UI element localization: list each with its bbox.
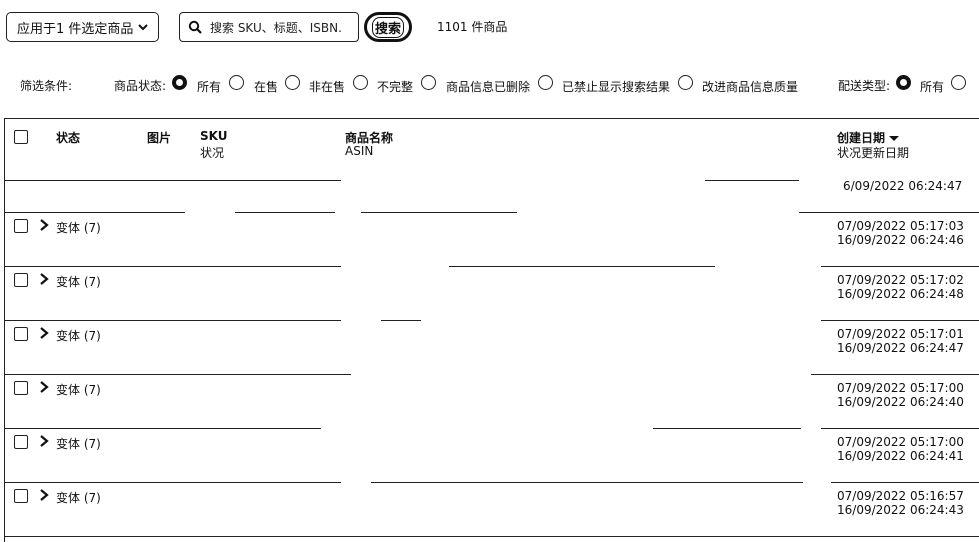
chevron-right-icon[interactable] [39,327,49,339]
row-divider [821,266,979,267]
chevron-right-icon[interactable] [39,273,49,285]
radio-status-suppressed[interactable] [538,75,553,90]
search-input[interactable]: 搜索 SKU、标题、ISBN. [179,12,359,42]
updated-date: 16/09/2022 06:24:48 [837,287,964,301]
radio-status-deleted[interactable] [421,75,436,90]
radio-status-all[interactable] [172,75,187,90]
radio-status-suppressed-label: 已禁止显示搜索结果 [562,80,671,94]
radio-status-quality[interactable] [678,75,693,90]
variation-count[interactable]: 变体 (7) [56,489,101,506]
row-divider [821,428,979,429]
column-header-condition: 状况 [200,146,225,160]
apply-action-label: 应用于1 件选定商品 [17,21,134,37]
updated-date: 16/09/2022 06:24:46 [837,233,964,247]
filter-label: 筛选条件: [20,79,73,93]
row-checkbox[interactable] [14,273,28,287]
created-date: 07/09/2022 05:16:57 [837,489,964,503]
column-header-status[interactable]: 状态 [56,129,80,146]
row-divider [653,428,801,429]
created-date: 07/09/2022 05:17:00 [837,435,964,449]
updated-date: 16/09/2022 06:24:47 [837,341,964,355]
row-checkbox[interactable] [14,327,28,341]
radio-status-incomplete-label: 不完整 [377,80,414,94]
radio-status-incomplete[interactable] [353,75,368,90]
sort-desc-icon [889,136,900,141]
toolbar: 应用于1 件选定商品 搜索 SKU、标题、ISBN. 搜索 1101 件商品 [0,0,979,60]
row-divider [235,212,335,213]
created-date: 07/09/2022 05:17:03 [837,219,964,233]
row-divider [5,482,341,483]
updated-date: 16/09/2022 06:24:40 [837,395,964,409]
row-divider [705,180,799,181]
created-date-label: 创建日期 [837,131,886,145]
created-date: 07/09/2022 05:17:00 [837,381,964,395]
row-divider [821,320,979,321]
radio-status-inactive[interactable] [285,75,300,90]
radio-shipping-other[interactable] [951,75,966,90]
row-divider [5,266,341,267]
column-header-updated-date: 状况更新日期 [837,146,910,160]
row-checkbox[interactable] [14,435,28,449]
inventory-table: 状态 图片 SKU 状况 商品名称 ASIN 创建日期 状况更新日期 6/09/… [4,118,979,542]
result-count: 1101 件商品 [437,20,508,34]
chevron-right-icon[interactable] [39,489,49,501]
chevron-right-icon[interactable] [39,435,49,447]
apply-action-dropdown[interactable]: 应用于1 件选定商品 [6,12,159,42]
radio-status-active-label: 在售 [254,80,279,94]
updated-date: 16/09/2022 06:24:41 [837,449,964,463]
variation-count[interactable]: 变体 (7) [56,273,101,290]
row-divider [5,320,341,321]
variation-count[interactable]: 变体 (7) [56,435,101,452]
row-checkbox[interactable] [14,489,28,503]
row-divider [449,266,715,267]
column-header-image: 图片 [147,131,172,145]
radio-status-inactive-label: 非在售 [309,80,346,94]
chevron-down-icon [138,24,148,31]
column-header-asin: ASIN [345,144,374,158]
row-divider [799,212,979,213]
filter-bar: 筛选条件: 商品状态: 所有 在售 非在售 不完整 商品信息已删除 已禁止显示搜… [0,72,979,96]
row-checkbox[interactable] [14,219,28,233]
select-all-checkbox[interactable] [14,130,28,144]
radio-status-all-label: 所有 [197,80,222,94]
variation-count[interactable]: 变体 (7) [56,327,101,344]
row-divider [831,482,979,483]
row-divider [5,374,351,375]
status-filter-label: 商品状态: [114,79,167,93]
row-checkbox[interactable] [14,381,28,395]
row-divider [5,180,341,181]
variation-count[interactable]: 变体 (7) [56,219,101,236]
radio-shipping-all[interactable] [896,75,911,90]
shipping-filter-label: 配送类型: [838,79,891,93]
created-date: 07/09/2022 05:17:02 [837,273,964,287]
column-header-sku[interactable]: SKU [200,129,227,143]
row-divider [5,212,185,213]
row-divider [5,536,979,537]
updated-date: 16/09/2022 06:24:43 [837,503,964,517]
row-divider [381,320,421,321]
radio-shipping-all-label: 所有 [920,80,945,94]
radio-status-deleted-label: 商品信息已删除 [446,80,531,94]
radio-status-active[interactable] [229,75,244,90]
partial-row-updated-date: 6/09/2022 06:24:47 [843,179,963,193]
row-divider [371,482,803,483]
row-divider [811,374,979,375]
search-placeholder: 搜索 SKU、标题、ISBN. [210,20,342,35]
row-divider [5,428,321,429]
chevron-right-icon[interactable] [39,381,49,393]
chevron-right-icon[interactable] [39,219,49,231]
created-date: 07/09/2022 05:17:01 [837,327,964,341]
row-divider [361,212,517,213]
search-button-label: 搜索 [371,16,404,38]
search-icon [188,20,202,34]
search-button[interactable]: 搜索 [364,12,412,42]
variation-count[interactable]: 变体 (7) [56,381,101,398]
radio-status-quality-label: 改进商品信息质量 [702,80,799,94]
